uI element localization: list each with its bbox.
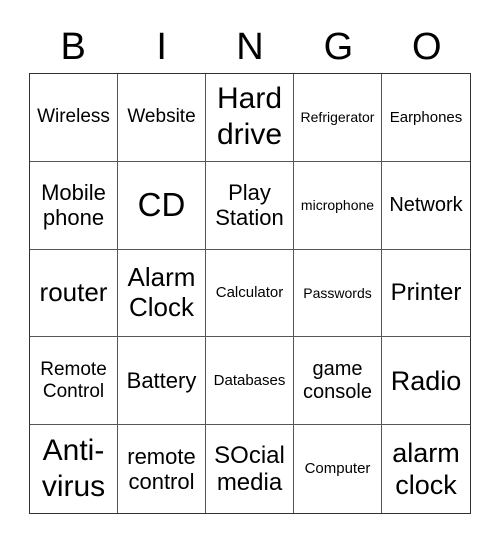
bingo-cell[interactable]: Website (118, 74, 206, 162)
bingo-cell[interactable]: Battery (118, 337, 206, 426)
bingo-cell[interactable]: Anti-virus (30, 425, 118, 513)
bingo-cell[interactable]: Passwords (294, 249, 382, 338)
bingo-cell[interactable]: alarm clock (382, 425, 470, 513)
header-letter-b: B (60, 26, 86, 68)
header-letter-n: N (236, 26, 264, 68)
bingo-cell[interactable]: Network (382, 162, 470, 250)
bingo-cell[interactable]: Mobile phone (30, 161, 118, 250)
bingo-cell[interactable]: Remote Control (30, 337, 118, 426)
bingo-cell[interactable]: Wireless (30, 74, 118, 162)
bingo-cell[interactable]: Computer (294, 425, 382, 513)
bingo-cell[interactable]: Earphones (382, 74, 470, 162)
header-letter-g: G (323, 26, 354, 68)
bingo-cell[interactable]: Radio (382, 337, 470, 426)
header-letter-i: I (156, 26, 167, 68)
header-letter-o: O (412, 26, 442, 68)
bingo-cell[interactable]: Databases (206, 337, 294, 426)
bingo-header: B I N G O (29, 22, 471, 72)
bingo-cell[interactable]: Refrigerator (294, 74, 382, 162)
bingo-cell[interactable]: router (30, 249, 118, 338)
bingo-cell[interactable]: game console (294, 337, 382, 426)
bingo-grid: Wireless Website Hard drive Refrigerator… (29, 73, 471, 514)
bingo-cell[interactable]: SOcial media (206, 425, 294, 513)
bingo-cell[interactable]: microphone (294, 161, 382, 250)
bingo-cell[interactable]: Printer (382, 250, 470, 338)
bingo-cell[interactable]: Calculator (206, 249, 294, 338)
bingo-cell[interactable]: remote control (118, 425, 206, 513)
bingo-cell[interactable]: CD (118, 161, 206, 250)
bingo-cell[interactable]: Alarm Clock (118, 249, 206, 338)
bingo-cell[interactable]: Play Station (206, 161, 294, 250)
bingo-cell[interactable]: Hard drive (206, 74, 294, 162)
